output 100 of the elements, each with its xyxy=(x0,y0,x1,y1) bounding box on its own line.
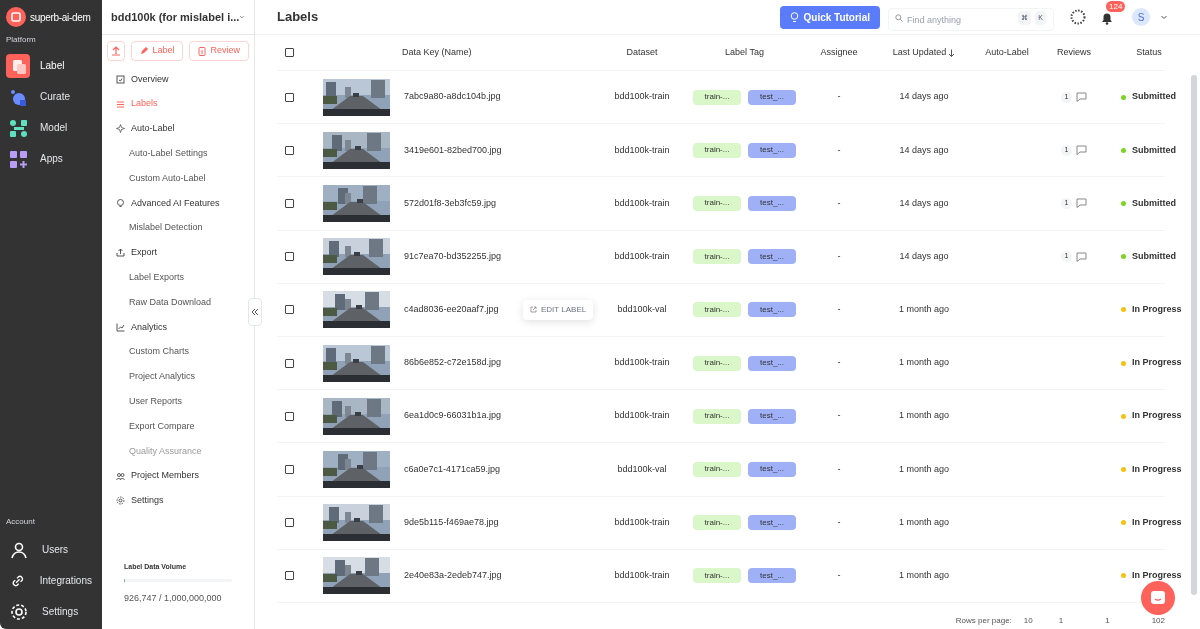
tag[interactable]: train-... xyxy=(693,355,741,371)
nav-item[interactable]: Label xyxy=(40,58,65,73)
nav-item[interactable]: Integrations xyxy=(39,573,92,588)
table-cell-text: bdd100k-train xyxy=(613,90,671,104)
tag[interactable]: train-... xyxy=(693,89,741,105)
tag[interactable]: train-... xyxy=(693,568,741,584)
table-cell-text: 1 month ago xyxy=(897,569,950,583)
table-cell-text: - xyxy=(836,143,842,157)
tag[interactable]: train-... xyxy=(693,408,741,424)
table-cell: 2e40e83a-2edeb747.jpg xyxy=(404,569,502,583)
volume-count: 926,747 / 1,000,000,000 xyxy=(124,591,223,605)
column-header[interactable]: Assignee xyxy=(820,45,858,60)
document-icon xyxy=(198,46,207,56)
column-header[interactable]: Data Key (Name) xyxy=(402,45,472,60)
page-number[interactable]: 1 xyxy=(1105,615,1110,627)
column-header[interactable]: Reviews xyxy=(1057,45,1091,60)
nav-item[interactable]: Analytics xyxy=(131,320,167,335)
checkbox[interactable] xyxy=(285,358,294,368)
checkbox[interactable] xyxy=(285,411,294,421)
nav-item[interactable]: Curate xyxy=(40,89,70,104)
checkbox[interactable] xyxy=(285,145,294,155)
scrollbar-thumb[interactable] xyxy=(1191,75,1197,595)
checkbox[interactable] xyxy=(285,305,294,315)
tag[interactable]: train-... xyxy=(693,195,741,211)
edit-label-button[interactable]: EDIT LABEL xyxy=(523,299,594,320)
nav-item[interactable]: Users xyxy=(42,542,69,557)
tag[interactable]: test_... xyxy=(748,195,796,211)
table-cell-text: 91c7ea70-bd352255.jpg xyxy=(404,249,502,263)
nav-item[interactable]: Auto-Label xyxy=(131,122,175,136)
checklist-icon xyxy=(116,74,125,84)
table-cell-text: - xyxy=(836,356,842,370)
table-cell-text: bdd100k-train xyxy=(613,569,671,583)
tag[interactable]: train-... xyxy=(693,461,741,477)
list-icon xyxy=(116,99,125,109)
checkbox[interactable] xyxy=(285,518,294,528)
nav-item[interactable]: Advanced AI Features xyxy=(131,196,220,211)
column-header[interactable]: Auto-Label xyxy=(985,45,1029,60)
nav-item[interactable]: Settings xyxy=(131,494,164,508)
nav-item[interactable]: Export Compare xyxy=(129,419,195,434)
tag[interactable]: test_... xyxy=(748,461,796,477)
tag[interactable]: train-... xyxy=(693,249,741,265)
table-cell-text: 9de5b115-f469ae78.jpg xyxy=(404,515,499,529)
column-header[interactable]: Last Updated xyxy=(892,45,956,60)
nav-item[interactable]: Mislabel Detection xyxy=(129,221,203,235)
checkbox[interactable] xyxy=(285,252,294,262)
collapse-button[interactable] xyxy=(248,298,262,326)
arrow-down-icon xyxy=(948,48,956,57)
nav-item[interactable]: Export xyxy=(131,246,157,260)
table-cell-text: bdd100k-train xyxy=(613,196,671,210)
table-cell-text: bdd100k-val xyxy=(616,303,668,317)
checkbox[interactable] xyxy=(285,198,294,208)
nav-item[interactable]: Settings xyxy=(42,604,79,619)
table-cell: c4ad8036-ee20aaf7.jpg xyxy=(404,303,499,317)
tag[interactable]: test_... xyxy=(748,515,796,531)
status-label: Submitted xyxy=(1132,143,1176,157)
settings-icon xyxy=(116,496,125,506)
table-cell-text: bdd100k-train xyxy=(613,409,671,423)
tag[interactable]: test_... xyxy=(748,568,796,584)
nav-item[interactable]: User Reports xyxy=(129,395,182,409)
page-number: 1 xyxy=(1058,615,1064,627)
checkbox[interactable] xyxy=(285,464,294,474)
project-name[interactable]: bdd100k (for mislabel i... xyxy=(111,8,240,26)
rows-per-page-select[interactable]: 10 xyxy=(1023,615,1033,627)
nav-item[interactable]: Auto-Label Settings xyxy=(129,147,208,161)
checkbox[interactable] xyxy=(285,48,294,57)
checkbox[interactable] xyxy=(285,92,294,102)
chart-icon xyxy=(116,322,125,332)
nav-item[interactable]: Model xyxy=(40,120,68,135)
tag[interactable]: test_... xyxy=(748,355,796,371)
user-avatar[interactable]: S xyxy=(1132,8,1150,26)
nav-icon-tile[interactable] xyxy=(6,53,30,78)
table-cell-text: bdd100k-train xyxy=(613,143,671,157)
nav-item[interactable]: Project Analytics xyxy=(129,370,196,384)
tag[interactable]: test_... xyxy=(748,89,796,105)
nav-item[interactable]: Raw Data Download xyxy=(129,295,212,310)
checkbox[interactable] xyxy=(285,571,294,581)
chat-button[interactable] xyxy=(1141,581,1175,615)
tutorial-button[interactable]: Quick Tutorial xyxy=(779,5,880,29)
column-header[interactable]: Dataset xyxy=(626,45,658,60)
nav-item[interactable]: Apps xyxy=(40,151,63,166)
nav-item[interactable]: Custom Charts xyxy=(129,345,190,359)
column-header[interactable]: Label Tag xyxy=(725,45,764,60)
tag[interactable]: test_... xyxy=(748,302,796,318)
tag[interactable]: train-... xyxy=(693,302,741,318)
column-header[interactable]: Status xyxy=(1136,45,1162,60)
tag[interactable]: test_... xyxy=(748,142,796,158)
tag[interactable]: test_... xyxy=(748,408,796,424)
tag[interactable]: train-... xyxy=(693,515,741,531)
table-cell-text: - xyxy=(836,303,842,317)
chevron-down-icon xyxy=(1160,13,1168,21)
nav-item[interactable]: Label Exports xyxy=(129,271,185,285)
tag[interactable]: train-... xyxy=(693,142,741,158)
nav-item[interactable]: Overview xyxy=(131,72,169,87)
nav-item[interactable]: Custom Auto-Label xyxy=(129,171,206,186)
shapes-icon xyxy=(9,87,27,106)
nav-item[interactable]: Project Members xyxy=(131,469,200,483)
table-cell-text: 1 month ago xyxy=(897,356,950,370)
tag[interactable]: test_... xyxy=(748,249,796,265)
status-label: In Progress xyxy=(1132,409,1182,423)
workspace-name[interactable]: superb-ai-dem xyxy=(30,9,91,25)
